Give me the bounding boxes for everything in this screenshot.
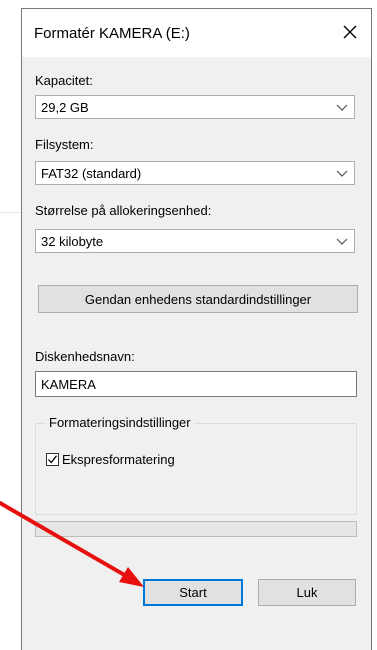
dialog-title: Formatér KAMERA (E:) <box>34 25 190 42</box>
capacity-dropdown[interactable]: 29,2 GB <box>35 95 355 119</box>
page: Formatér KAMERA (E:) Kapacitet: 29,2 GB … <box>0 0 377 650</box>
allocation-dropdown[interactable]: 32 kilobyte <box>35 229 355 253</box>
background-divider <box>0 212 22 213</box>
volume-label: Diskenhedsnavn: <box>35 349 135 364</box>
format-dialog: Formatér KAMERA (E:) Kapacitet: 29,2 GB … <box>21 8 372 650</box>
checkmark-icon <box>48 455 58 464</box>
start-button[interactable]: Start <box>143 579 243 606</box>
filesystem-value: FAT32 (standard) <box>41 166 142 181</box>
close-dialog-button[interactable]: Luk <box>258 579 356 606</box>
chevron-down-icon <box>336 104 348 111</box>
restore-defaults-button[interactable]: Gendan enhedens standardindstillinger <box>38 285 358 313</box>
quick-format-label: Ekspresformatering <box>62 452 175 467</box>
capacity-value: 29,2 GB <box>41 100 89 115</box>
close-icon <box>343 25 357 39</box>
chevron-down-icon <box>336 238 348 245</box>
chevron-down-icon <box>336 170 348 177</box>
allocation-value: 32 kilobyte <box>41 234 104 249</box>
filesystem-dropdown[interactable]: FAT32 (standard) <box>35 161 355 185</box>
close-button[interactable] <box>335 17 365 47</box>
quick-format-checkbox[interactable] <box>46 453 59 466</box>
volume-name-input[interactable]: KAMERA <box>35 371 357 397</box>
capacity-label: Kapacitet: <box>35 73 93 88</box>
format-progress-bar <box>35 521 357 537</box>
filesystem-label: Filsystem: <box>35 137 94 152</box>
quick-format-option[interactable]: Ekspresformatering <box>46 452 175 467</box>
title-bar: Formatér KAMERA (E:) <box>22 9 371 57</box>
format-options-title: Formateringsindstillinger <box>46 415 194 430</box>
allocation-label: Størrelse på allokeringsenhed: <box>35 203 212 218</box>
volume-name-value: KAMERA <box>41 377 96 392</box>
format-options-group: Formateringsindstillinger Ekspresformate… <box>35 415 357 515</box>
